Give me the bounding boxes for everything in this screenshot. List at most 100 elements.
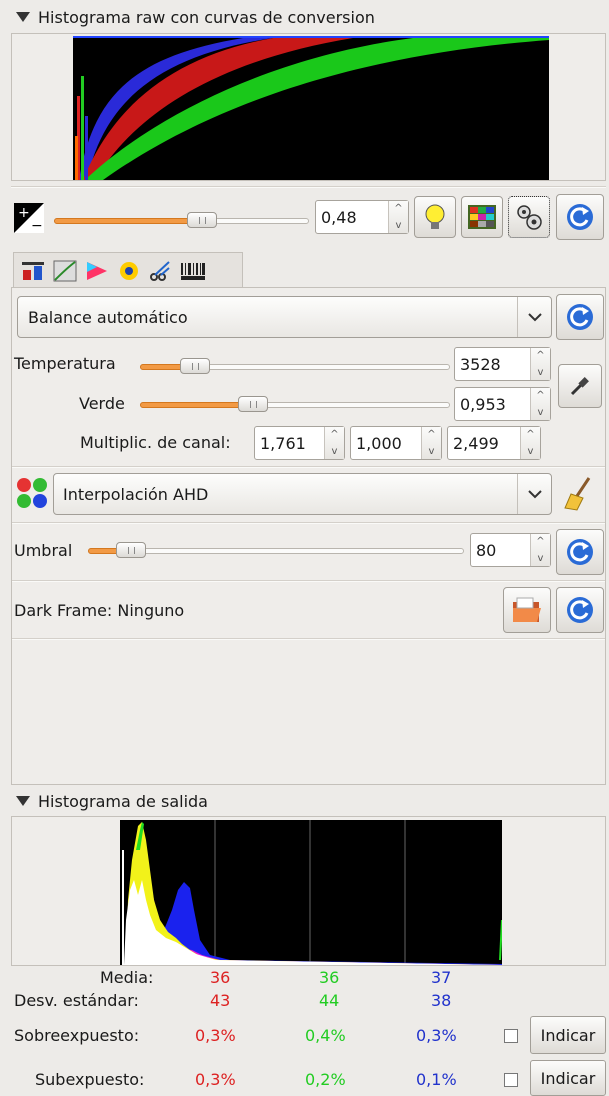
tab-curves[interactable]	[52, 258, 78, 284]
lightbulb-icon	[425, 204, 445, 229]
underexposed-green: 0,2%	[305, 1070, 346, 1089]
exposure-value[interactable]: 0,48	[316, 201, 388, 233]
overexposed-green: 0,4%	[305, 1026, 346, 1045]
exposure-spin[interactable]: 0,48 ^ v	[315, 200, 409, 234]
raw-histogram-canvas	[73, 36, 549, 180]
indicate-underexposed-button[interactable]: Indicar	[530, 1060, 606, 1096]
mean-blue: 37	[431, 968, 452, 987]
tab-exif[interactable]	[180, 258, 206, 284]
indicate-label: Indicar	[540, 1025, 596, 1045]
darkframe-label: Dark Frame: Ninguno	[14, 601, 185, 620]
broom-icon	[564, 477, 591, 511]
threshold-spin[interactable]: 80 ^ v	[470, 533, 551, 567]
separator	[12, 466, 605, 468]
spin-arrows-icon[interactable]: ^ v	[530, 348, 550, 380]
clean-button[interactable]	[563, 476, 599, 512]
exposure-slider-thumb[interactable]	[187, 212, 217, 228]
threshold-slider-thumb[interactable]	[116, 542, 146, 558]
overexposed-label: Sobreexpuesto:	[14, 1026, 140, 1045]
exposure-slider[interactable]	[54, 212, 309, 230]
auto-exposure-button[interactable]	[414, 196, 456, 238]
green-slider-thumb[interactable]	[238, 396, 268, 412]
spin-arrows-icon[interactable]: ^ v	[530, 534, 550, 566]
separator	[12, 522, 605, 524]
overexposed-checkbox[interactable]	[504, 1029, 518, 1043]
reset-threshold-button[interactable]	[556, 529, 604, 575]
chevron-down-icon	[517, 474, 551, 514]
temperature-slider[interactable]	[140, 358, 450, 376]
temperature-value[interactable]: 3528	[455, 348, 530, 380]
curve-icon	[53, 260, 77, 281]
color-triangle-icon	[87, 261, 107, 280]
indicate-overexposed-button[interactable]: Indicar	[530, 1016, 606, 1054]
reset-wb-button[interactable]	[556, 294, 604, 340]
temperature-slider-thumb[interactable]	[180, 358, 210, 374]
interpolation-mode: Interpolación AHD	[63, 484, 209, 504]
underexposed-red: 0,3%	[195, 1070, 236, 1089]
multiplier-blue-spin[interactable]: 2,499 ^ v	[447, 426, 541, 460]
spin-arrows-icon[interactable]: ^ v	[324, 427, 344, 459]
scissors-icon	[150, 260, 170, 281]
threshold-slider[interactable]	[88, 542, 464, 560]
expander-arrow-icon	[16, 796, 30, 806]
color-picker-button[interactable]	[558, 364, 602, 408]
tab-color[interactable]	[84, 258, 110, 284]
scale-icon	[22, 261, 44, 280]
interpolation-combo[interactable]: Interpolación AHD	[53, 473, 552, 515]
spin-arrows-icon[interactable]: ^ v	[388, 201, 408, 233]
open-darkframe-button[interactable]	[503, 587, 551, 633]
multiplier-green-spin[interactable]: 1,000 ^ v	[350, 426, 442, 460]
green-label: Verde	[79, 394, 125, 413]
mean-green: 36	[319, 968, 340, 987]
spin-arrows-icon[interactable]: ^ v	[530, 388, 550, 420]
separator	[11, 186, 606, 188]
reset-exposure-button[interactable]	[556, 194, 604, 240]
threshold-label: Umbral	[14, 541, 73, 560]
output-histogram-expander[interactable]: Histograma de salida	[16, 786, 208, 816]
green-spin[interactable]: 0,953 ^ v	[454, 387, 551, 421]
raw-histogram-expander[interactable]: Histograma raw con curvas de conversion	[16, 2, 375, 32]
green-slider[interactable]	[140, 396, 450, 414]
separator	[12, 638, 605, 640]
white-balance-combo[interactable]: Balance automático	[17, 296, 552, 338]
tab-lens[interactable]	[116, 258, 142, 284]
mean-red: 36	[210, 968, 231, 987]
temperature-spin[interactable]: 3528 ^ v	[454, 347, 551, 381]
underexposed-blue: 0,1%	[416, 1070, 457, 1089]
multiplier-red-spin[interactable]: 1,761 ^ v	[254, 426, 345, 460]
threshold-value[interactable]: 80	[471, 534, 530, 566]
svg-text:+: +	[18, 205, 30, 221]
raw-histogram-frame	[11, 33, 606, 181]
stddev-green: 44	[319, 991, 340, 1010]
spin-arrows-icon[interactable]: ^ v	[421, 427, 441, 459]
eyedropper-icon	[570, 377, 589, 396]
expander-arrow-icon	[16, 12, 30, 22]
indicate-label: Indicar	[540, 1068, 596, 1088]
multiplier-blue-value[interactable]: 2,499	[448, 427, 520, 459]
refresh-icon	[567, 597, 593, 623]
svg-text:−: −	[31, 218, 43, 233]
stddev-blue: 38	[431, 991, 452, 1010]
barcode-icon	[181, 262, 205, 280]
refresh-icon	[567, 539, 593, 565]
reset-darkframe-button[interactable]	[556, 587, 604, 633]
folder-open-icon	[513, 597, 541, 622]
settings-button[interactable]	[508, 196, 550, 238]
stddev-label: Desv. estándar:	[14, 991, 139, 1010]
multiplier-green-value[interactable]: 1,000	[351, 427, 421, 459]
underexposed-checkbox[interactable]	[504, 1073, 518, 1087]
separator	[12, 580, 605, 582]
green-slider-fill	[140, 402, 250, 408]
multipliers-label: Multiplic. de canal:	[80, 433, 231, 452]
spin-arrows-icon[interactable]: ^ v	[520, 427, 540, 459]
tab-crop[interactable]	[148, 258, 174, 284]
color-map-button[interactable]	[461, 196, 503, 238]
refresh-icon	[567, 304, 593, 330]
chevron-down-icon	[517, 297, 551, 337]
multiplier-red-value[interactable]: 1,761	[255, 427, 324, 459]
stddev-red: 43	[210, 991, 231, 1010]
raw-histogram-title: Histograma raw con curvas de conversion	[38, 7, 375, 27]
green-value[interactable]: 0,953	[455, 388, 530, 420]
refresh-icon	[567, 204, 593, 230]
tab-white-balance[interactable]	[20, 258, 46, 284]
